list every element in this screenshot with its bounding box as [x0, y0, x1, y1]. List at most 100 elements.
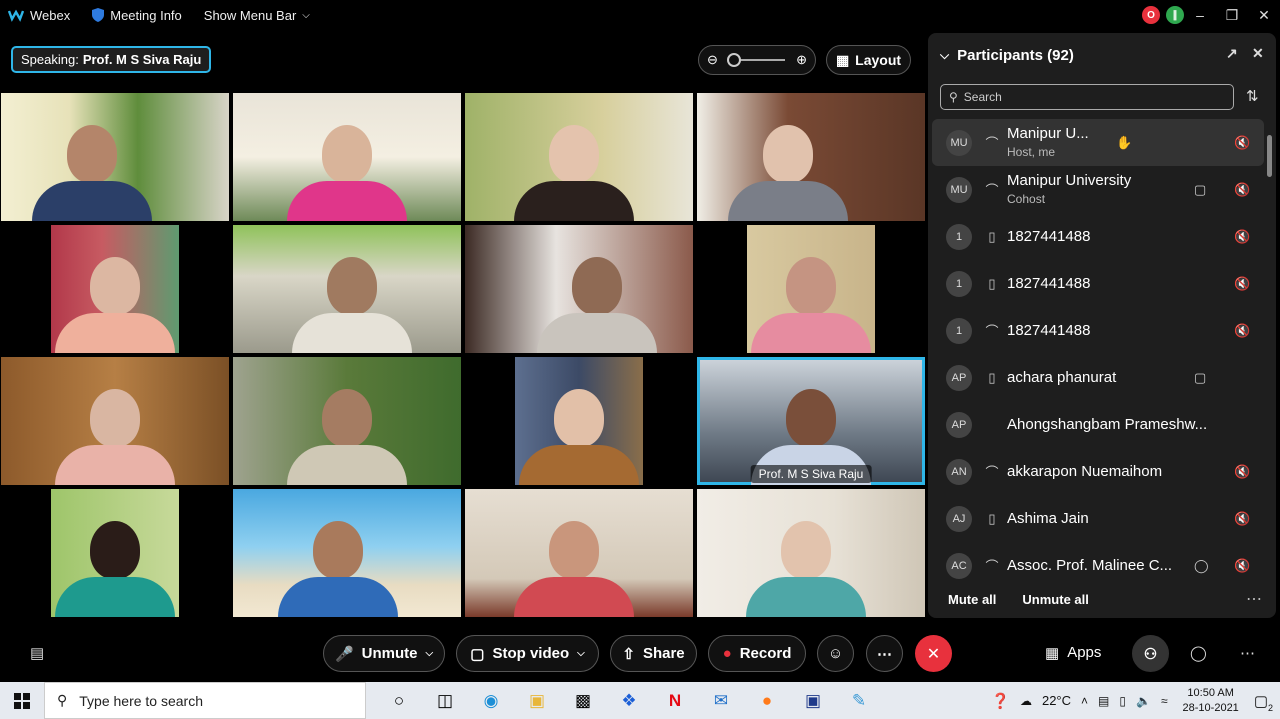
system-clock[interactable]: 10:50 AM 28-10-2021: [1183, 686, 1239, 716]
avatar: MU: [946, 176, 972, 203]
video-tile[interactable]: [1, 489, 229, 617]
chevron-down-icon: ⌵: [302, 9, 310, 21]
participant-row[interactable]: 1 ⌒ 1827441488 🔇: [932, 307, 1264, 354]
zoom-in-icon[interactable]: ⊕: [796, 52, 807, 68]
captions-icon[interactable]: ▤: [30, 644, 44, 662]
video-tile[interactable]: [233, 489, 461, 617]
webex-menu[interactable]: Webex: [8, 8, 70, 23]
mic-muted-icon[interactable]: 🔇: [1234, 464, 1250, 480]
network-health-icon[interactable]: ∥: [1166, 6, 1184, 24]
participant-row[interactable]: MU ⌒ Manipur U... Host, me ✋ 🔇: [932, 119, 1264, 166]
mic-muted-icon[interactable]: 🔇: [1234, 511, 1250, 527]
avatar: 1: [946, 270, 972, 297]
mail-icon[interactable]: ✉: [698, 691, 744, 711]
pop-out-icon[interactable]: ↗: [1226, 45, 1238, 62]
unmute-button[interactable]: 🎤 Unmute ⌵: [323, 635, 445, 672]
participant-row[interactable]: AJ ▯ Ashima Jain 🔇: [932, 495, 1264, 542]
video-tile[interactable]: [465, 489, 693, 617]
start-button[interactable]: [0, 692, 44, 709]
video-tile[interactable]: [465, 225, 693, 353]
restore-icon[interactable]: ❐: [1216, 7, 1248, 24]
reactions-button[interactable]: ☺: [817, 635, 854, 672]
leave-meeting-button[interactable]: ✕: [915, 635, 952, 672]
mute-all-button[interactable]: Mute all: [948, 592, 996, 607]
video-tile[interactable]: [465, 93, 693, 221]
participant-row[interactable]: AC ⌒ Assoc. Prof. Malinee C... ◯ 🔇: [932, 542, 1264, 589]
task-view-icon[interactable]: ◫: [422, 691, 468, 711]
sort-icon[interactable]: ⇅: [1246, 87, 1259, 105]
firefox-icon[interactable]: ●: [744, 691, 790, 711]
stop-video-button[interactable]: ▢ Stop video ⌵: [456, 635, 599, 672]
video-tile[interactable]: [697, 225, 925, 353]
apps-button[interactable]: ▦ Apps: [1045, 644, 1101, 662]
smiley-icon: ☺: [827, 645, 844, 662]
participant-row[interactable]: MU ⌒ Manipur University Cohost ▢ 🔇: [932, 166, 1264, 213]
close-icon[interactable]: ✕: [1248, 7, 1280, 24]
scrollbar-thumb[interactable]: [1267, 135, 1272, 177]
volume-icon[interactable]: 🔈: [1136, 694, 1151, 708]
minimize-icon[interactable]: –: [1184, 7, 1216, 23]
cortana-icon[interactable]: ○: [376, 691, 422, 711]
search-icon: ⚲: [949, 90, 958, 104]
video-tile[interactable]: [233, 225, 461, 353]
windows-taskbar: ⚲ Type here to search ○ ◫ ◉ ▣ ▩ ❖ N ✉ ● …: [0, 682, 1280, 719]
chevron-down-icon[interactable]: ⌵: [577, 648, 585, 659]
webex-taskbar-icon[interactable]: ▣: [790, 691, 836, 711]
zoom-out-icon[interactable]: ⊖: [707, 52, 718, 68]
recording-indicator-icon[interactable]: O: [1142, 6, 1160, 24]
video-tile[interactable]: [697, 93, 925, 221]
mic-muted-icon[interactable]: 🔇: [1234, 135, 1250, 151]
participants-toggle-button[interactable]: ⚇: [1132, 635, 1169, 672]
video-tile[interactable]: [1, 357, 229, 485]
participant-list-scrollbar[interactable]: [1266, 121, 1274, 581]
participant-row[interactable]: AP Ahongshangbam Prameshw...: [932, 401, 1264, 448]
help-icon[interactable]: ❓: [991, 692, 1010, 710]
dropbox-icon[interactable]: ❖: [606, 691, 652, 711]
chat-icon[interactable]: ◯: [1190, 644, 1207, 662]
search-input[interactable]: [963, 90, 1204, 104]
video-tile[interactable]: [233, 93, 461, 221]
mic-muted-icon[interactable]: 🔇: [1234, 558, 1250, 574]
unmute-all-button[interactable]: Unmute all: [1022, 592, 1088, 607]
temperature[interactable]: 22°C: [1042, 693, 1071, 708]
video-tile[interactable]: [1, 225, 229, 353]
chevron-up-icon[interactable]: ˄: [1081, 694, 1088, 708]
mic-muted-icon[interactable]: 🔇: [1234, 229, 1250, 245]
store-icon[interactable]: ▩: [560, 691, 606, 711]
close-panel-icon[interactable]: ✕: [1252, 45, 1264, 62]
participant-row[interactable]: AP ▯ achara phanurat ▢: [932, 354, 1264, 401]
edge-icon[interactable]: ◉: [468, 691, 514, 711]
more-options-icon[interactable]: ⋯: [1246, 589, 1262, 609]
taskbar-search[interactable]: ⚲ Type here to search: [44, 682, 366, 719]
wifi-icon[interactable]: ≈: [1161, 694, 1168, 708]
notifications-icon[interactable]: ▢ 2: [1254, 692, 1273, 713]
network-icon[interactable]: ▤: [1098, 694, 1109, 708]
netflix-icon[interactable]: N: [652, 691, 698, 711]
zoom-slider[interactable]: [727, 53, 785, 67]
paint-icon[interactable]: ✎: [836, 691, 882, 711]
participant-row[interactable]: AN ⌒ akkarapon Nuemaihom 🔇: [932, 448, 1264, 495]
more-options-button[interactable]: ⋯: [866, 635, 903, 672]
file-explorer-icon[interactable]: ▣: [514, 691, 560, 711]
weather-icon[interactable]: ☁: [1020, 694, 1032, 708]
meeting-info-button[interactable]: Meeting Info: [92, 8, 182, 23]
layout-button[interactable]: ▦ Layout: [826, 45, 911, 75]
zoom-slider-handle[interactable]: [727, 53, 741, 67]
show-menu-bar-button[interactable]: Show Menu Bar ⌵: [204, 8, 310, 23]
chevron-down-icon[interactable]: ⌵: [425, 648, 433, 659]
participant-row[interactable]: 1 ▯ 1827441488 🔇: [932, 213, 1264, 260]
mic-muted-icon[interactable]: 🔇: [1234, 276, 1250, 292]
more-icon[interactable]: ⋯: [1240, 644, 1255, 662]
video-tile[interactable]: [233, 357, 461, 485]
video-tile[interactable]: [465, 357, 693, 485]
video-tile[interactable]: [1, 93, 229, 221]
record-button[interactable]: ● Record: [708, 635, 806, 672]
battery-icon[interactable]: ▯: [1119, 694, 1126, 708]
active-speaker-tile[interactable]: Prof. M S Siva Raju: [697, 357, 925, 485]
mic-muted-icon[interactable]: 🔇: [1234, 323, 1250, 339]
share-button[interactable]: ⇧ Share: [610, 635, 697, 672]
collapse-chevron-icon[interactable]: ⌵: [940, 48, 949, 63]
mic-muted-icon[interactable]: 🔇: [1234, 182, 1250, 198]
participant-row[interactable]: 1 ▯ 1827441488 🔇: [932, 260, 1264, 307]
video-tile[interactable]: [697, 489, 925, 617]
